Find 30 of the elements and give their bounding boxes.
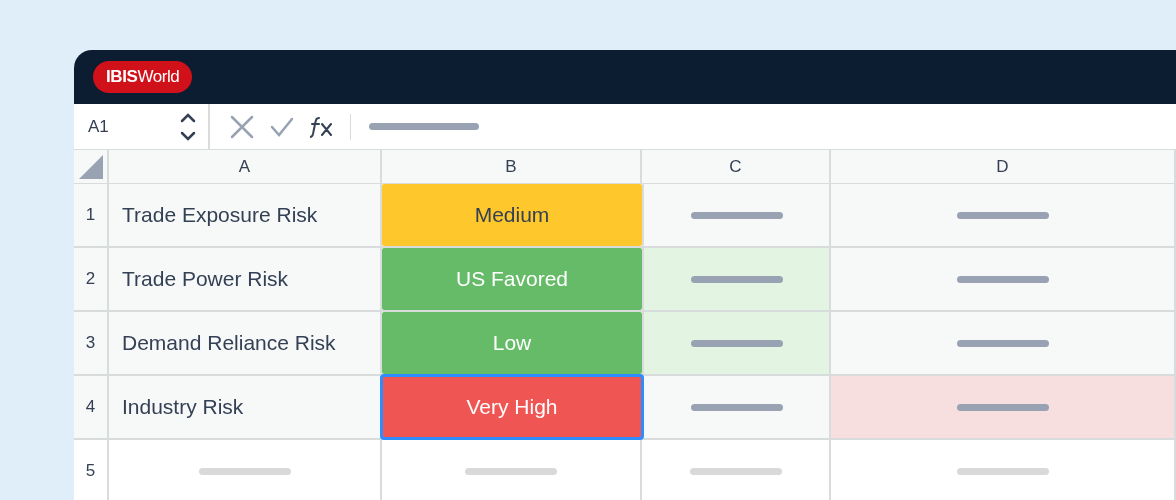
column-header[interactable]: D xyxy=(996,153,1009,180)
checkmark-icon[interactable] xyxy=(270,116,294,137)
table-cell[interactable] xyxy=(831,184,1176,246)
risk-label: Demand Reliance Risk xyxy=(122,330,336,357)
up-down-arrows-icon[interactable] xyxy=(180,112,196,141)
logo: IBISWorld xyxy=(93,61,193,93)
select-all-icon[interactable] xyxy=(79,155,103,179)
table-cell[interactable] xyxy=(642,376,831,438)
table-cell[interactable] xyxy=(831,376,1176,438)
row-number[interactable]: 4 xyxy=(85,394,96,420)
column-header[interactable]: B xyxy=(505,153,517,180)
rating-cell[interactable]: Medium xyxy=(382,184,642,246)
row-number[interactable]: 3 xyxy=(85,330,96,356)
risk-label: Industry Risk xyxy=(122,394,244,421)
function-icon[interactable] xyxy=(310,115,334,138)
risk-label: Trade Power Risk xyxy=(122,266,289,293)
table-cell[interactable] xyxy=(642,312,831,374)
close-icon[interactable] xyxy=(230,114,254,139)
name-box[interactable]: A1 xyxy=(88,113,109,140)
row-number[interactable]: 1 xyxy=(85,202,96,228)
risk-label: Trade Exposure Risk xyxy=(122,202,318,229)
table-cell[interactable] xyxy=(642,184,831,246)
row-number[interactable]: 5 xyxy=(85,458,96,484)
formula-input[interactable] xyxy=(369,123,479,130)
row-number[interactable]: 2 xyxy=(85,266,96,292)
table-cell[interactable] xyxy=(831,312,1176,374)
column-header[interactable]: A xyxy=(238,153,251,180)
column-header[interactable]: C xyxy=(729,153,742,180)
table-cell[interactable] xyxy=(831,248,1176,310)
table-cell[interactable] xyxy=(642,248,831,310)
